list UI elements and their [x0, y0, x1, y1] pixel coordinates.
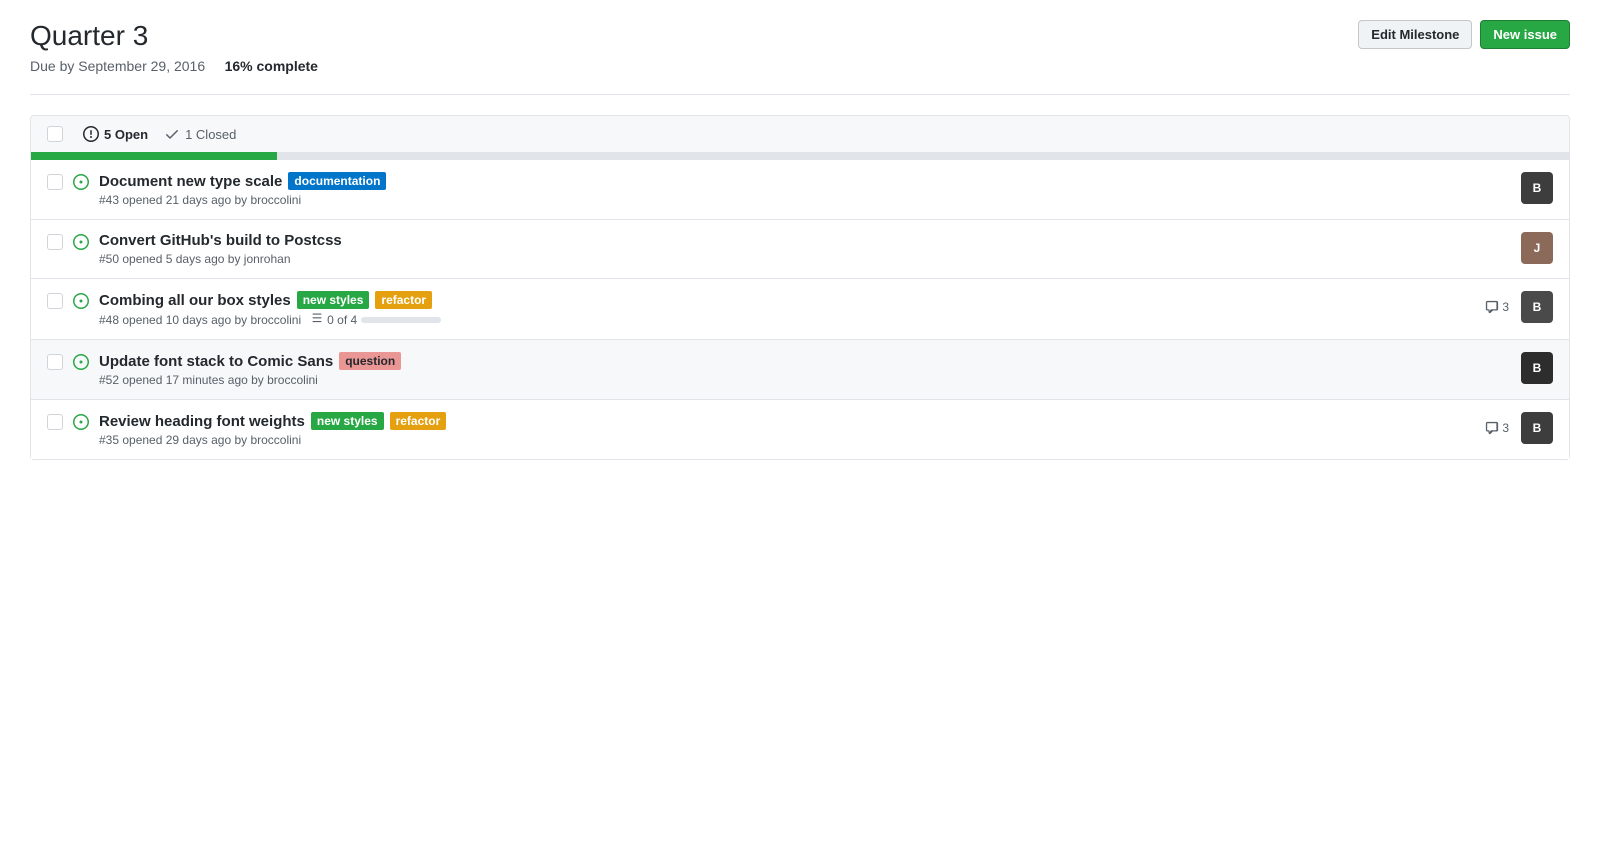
issue-label[interactable]: refactor	[375, 291, 432, 309]
issue-title[interactable]: Document new type scale	[99, 173, 282, 190]
issue-content: Convert GitHub's build to Postcss #50 op…	[99, 232, 1511, 266]
issue-meta: #48 opened 10 days ago by broccolini 0 o…	[99, 312, 1475, 327]
issue-open-icon	[73, 414, 89, 430]
issue-title[interactable]: Review heading font weights	[99, 413, 305, 430]
comment-count: 3	[1485, 421, 1509, 435]
issue-checkbox[interactable]	[47, 354, 63, 370]
issue-row: Update font stack to Comic Sans question…	[31, 339, 1569, 399]
issue-label[interactable]: documentation	[288, 172, 386, 190]
checklist-meta: 0 of 4	[311, 312, 441, 327]
comment-number: 3	[1502, 421, 1509, 435]
issue-title[interactable]: Convert GitHub's build to Postcss	[99, 232, 342, 249]
closed-count[interactable]: 1 Closed	[164, 126, 236, 142]
header-buttons: Edit Milestone New issue	[1358, 20, 1570, 49]
new-issue-button[interactable]: New issue	[1480, 20, 1570, 49]
issue-label[interactable]: question	[339, 352, 401, 370]
progress-bar-container	[30, 152, 1570, 160]
issue-title[interactable]: Combing all our box styles	[99, 292, 291, 309]
issue-meta-text: #52 opened 17 minutes ago by broccolini	[99, 373, 318, 387]
issue-content: Document new type scale documentation #4…	[99, 172, 1511, 207]
checklist-progress-bar	[361, 317, 441, 323]
issue-open-icon	[73, 293, 89, 309]
issue-title-row: Combing all our box styles new styles ref…	[99, 291, 1475, 309]
page-header: Quarter 3 Due by September 29, 2016 16% …	[30, 20, 1570, 74]
issue-row: Review heading font weights new styles re…	[31, 399, 1569, 459]
issue-meta-text: #48 opened 10 days ago by broccolini	[99, 313, 301, 327]
issue-title-row: Review heading font weights new styles re…	[99, 412, 1475, 430]
issue-label[interactable]: new styles	[297, 291, 370, 309]
edit-milestone-button[interactable]: Edit Milestone	[1358, 20, 1472, 49]
issue-label[interactable]: new styles	[311, 412, 384, 430]
issue-content: Combing all our box styles new styles ref…	[99, 291, 1475, 327]
progress-text: 16% complete	[225, 58, 318, 74]
progress-bar-fill	[31, 152, 277, 160]
issue-row: Document new type scale documentation #4…	[31, 160, 1569, 219]
issues-header: 5 Open 1 Closed	[30, 115, 1570, 152]
issue-right: 3 B	[1485, 412, 1553, 444]
avatar: B	[1521, 172, 1553, 204]
issue-title[interactable]: Update font stack to Comic Sans	[99, 353, 333, 370]
issue-checkbox[interactable]	[47, 293, 63, 309]
issue-right: B	[1521, 172, 1553, 204]
issue-label[interactable]: refactor	[390, 412, 447, 430]
issue-checkbox[interactable]	[47, 174, 63, 190]
open-count[interactable]: 5 Open	[83, 126, 148, 142]
issue-meta: #52 opened 17 minutes ago by broccolini	[99, 373, 1511, 387]
issue-right: 3 B	[1485, 291, 1553, 323]
issue-meta: #35 opened 29 days ago by broccolini	[99, 433, 1475, 447]
issue-title-row: Document new type scale documentation	[99, 172, 1511, 190]
issue-row: Convert GitHub's build to Postcss #50 op…	[31, 219, 1569, 278]
issue-meta-text: #35 opened 29 days ago by broccolini	[99, 433, 301, 447]
issue-meta: #43 opened 21 days ago by broccolini	[99, 193, 1511, 207]
issue-meta: #50 opened 5 days ago by jonrohan	[99, 252, 1511, 266]
issue-meta-text: #43 opened 21 days ago by broccolini	[99, 193, 301, 207]
check-icon	[164, 126, 180, 142]
issue-open-icon	[73, 174, 89, 190]
avatar: J	[1521, 232, 1553, 264]
comment-count: 3	[1485, 300, 1509, 314]
issue-right: J	[1521, 232, 1553, 264]
page-title: Quarter 3	[30, 20, 318, 52]
header-meta: Due by September 29, 2016 16% complete	[30, 58, 318, 74]
issue-checkbox[interactable]	[47, 414, 63, 430]
issue-open-icon	[73, 234, 89, 250]
issue-counts: 5 Open 1 Closed	[83, 126, 236, 142]
comment-number: 3	[1502, 300, 1509, 314]
avatar: B	[1521, 412, 1553, 444]
issue-title-row: Convert GitHub's build to Postcss	[99, 232, 1511, 249]
checklist-icon	[311, 312, 323, 327]
header-left: Quarter 3 Due by September 29, 2016 16% …	[30, 20, 318, 74]
header-divider	[30, 94, 1570, 95]
select-all-checkbox[interactable]	[47, 126, 63, 142]
issue-content: Review heading font weights new styles re…	[99, 412, 1475, 447]
issue-row: Combing all our box styles new styles ref…	[31, 278, 1569, 339]
issues-list: Document new type scale documentation #4…	[30, 160, 1570, 460]
issue-meta-text: #50 opened 5 days ago by jonrohan	[99, 252, 291, 266]
avatar: B	[1521, 352, 1553, 384]
avatar: B	[1521, 291, 1553, 323]
issue-open-icon	[73, 354, 89, 370]
issue-title-row: Update font stack to Comic Sans question	[99, 352, 1511, 370]
open-circle-icon	[83, 126, 99, 142]
checklist-count: 0 of 4	[327, 313, 357, 327]
issue-content: Update font stack to Comic Sans question…	[99, 352, 1511, 387]
issue-checkbox[interactable]	[47, 234, 63, 250]
issue-right: B	[1521, 352, 1553, 384]
due-date: Due by September 29, 2016	[30, 58, 205, 74]
